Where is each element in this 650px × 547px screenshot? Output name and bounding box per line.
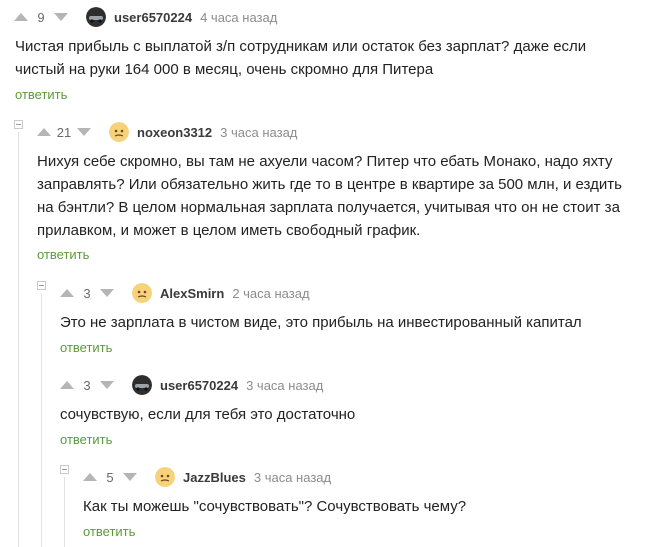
comment-header: 21 noxeon3312 3 часа назад <box>37 121 297 143</box>
username[interactable]: JazzBlues <box>183 470 246 485</box>
downvote-arrow-icon[interactable] <box>77 128 91 136</box>
downvote-arrow-icon[interactable] <box>54 13 68 21</box>
username[interactable]: noxeon3312 <box>137 125 212 140</box>
timestamp: 4 часа назад <box>200 9 278 25</box>
reply-link[interactable]: ответить <box>60 340 112 355</box>
thread-line[interactable] <box>64 477 65 547</box>
comment-text: Чистая прибыль с выплатой з/п сотрудника… <box>15 38 587 78</box>
reply-link[interactable]: ответить <box>60 432 112 447</box>
username[interactable]: user6570224 <box>160 378 238 393</box>
vote-count: 3 <box>83 377 91 393</box>
comment-text: Как ты можешь "сочувствовать"? Сочувство… <box>83 498 467 515</box>
upvote-arrow-icon[interactable] <box>60 381 74 389</box>
comment-header: 9 user6570224 4 часа назад <box>14 6 277 28</box>
user-avatar[interactable] <box>86 7 106 27</box>
collapse-thread-icon[interactable] <box>37 281 46 290</box>
vote-count: 21 <box>56 124 72 140</box>
username[interactable]: user6570224 <box>114 10 192 25</box>
user-avatar[interactable] <box>132 283 152 303</box>
upvote-arrow-icon[interactable] <box>14 13 28 21</box>
downvote-arrow-icon[interactable] <box>100 381 114 389</box>
user-avatar[interactable] <box>132 375 152 395</box>
vote-count: 9 <box>37 9 45 25</box>
comment-text: Нихуя себе скромно, вы там не ахуели час… <box>37 153 622 239</box>
upvote-arrow-icon[interactable] <box>83 473 97 481</box>
vote-count: 3 <box>83 285 91 301</box>
upvote-arrow-icon[interactable] <box>37 128 51 136</box>
collapse-thread-icon[interactable] <box>14 120 23 129</box>
downvote-arrow-icon[interactable] <box>100 289 114 297</box>
thread-line[interactable] <box>18 132 19 547</box>
comment-header: 3 AlexSmirn 2 часа назад <box>60 282 310 304</box>
reply-link[interactable]: ответить <box>83 524 135 539</box>
timestamp: 3 часа назад <box>246 377 324 393</box>
timestamp: 3 часа назад <box>253 469 332 485</box>
user-avatar[interactable] <box>155 467 175 487</box>
username[interactable]: AlexSmirn <box>160 286 224 301</box>
timestamp: 3 часа назад <box>220 124 298 140</box>
comment-text: сочувствую, если для тебя это достаточно <box>60 406 356 423</box>
upvote-arrow-icon[interactable] <box>60 289 74 297</box>
comment-header: 3 user6570224 3 часа назад <box>60 374 323 396</box>
downvote-arrow-icon[interactable] <box>123 473 137 481</box>
thread-line[interactable] <box>41 293 42 547</box>
timestamp: 2 часа назад <box>232 285 310 301</box>
reply-link[interactable]: ответить <box>15 87 67 102</box>
comment-header: 5 JazzBlues 3 часа назад <box>83 466 331 488</box>
comment-text: Это не зарплата в чистом виде, это прибы… <box>60 314 582 331</box>
user-avatar[interactable] <box>109 122 129 142</box>
collapse-thread-icon[interactable] <box>60 465 69 474</box>
reply-link[interactable]: ответить <box>37 247 89 262</box>
vote-count: 5 <box>106 469 114 485</box>
